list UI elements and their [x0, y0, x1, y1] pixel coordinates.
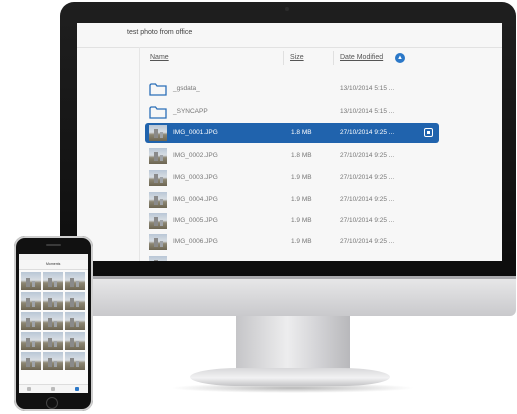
folder-icon: [149, 104, 167, 120]
file-date: 27/10/2014 9:25 ...: [340, 152, 395, 159]
file-row-selected[interactable]: IMG_0001.JPG 1.8 MB 27/10/2014 9:25 ...: [145, 123, 439, 143]
photo-thumbnail-icon: [149, 213, 167, 229]
photo-thumbnail-icon: [149, 125, 167, 141]
photo-thumbnail-icon[interactable]: [43, 292, 63, 310]
file-row-folder[interactable]: _gsdata_ 13/10/2014 5:15 ...: [145, 79, 439, 99]
file-name: IMG_0004.JPG: [173, 196, 218, 203]
iphone-speaker: [46, 244, 61, 246]
file-name: IMG_0003.JPG: [173, 174, 218, 181]
file-name: IMG_0001.JPG: [173, 129, 218, 136]
file-row[interactable]: IMG_0004.JPG 1.9 MB 27/10/2014 9:25 ...: [145, 190, 439, 210]
file-name: IMG_0002.JPG: [173, 152, 218, 159]
sidebar-divider: [139, 47, 140, 261]
column-header-date-modified[interactable]: Date Modified: [340, 54, 383, 61]
iphone: Moments: [14, 236, 93, 411]
photo-thumbnail-icon: [149, 256, 167, 261]
photo-thumbnail-icon: [149, 234, 167, 250]
file-date: 27/10/2014 9:25 ...: [340, 238, 395, 245]
file-name: IMG_0006.JPG: [173, 238, 218, 245]
file-size: 1.9 MB: [291, 238, 312, 245]
photo-thumbnail-icon[interactable]: [21, 272, 41, 290]
photo-thumbnail-icon[interactable]: [43, 332, 63, 350]
window-title: test photo from office: [127, 29, 193, 36]
imac-screen: test photo from office Name Size Date Mo…: [77, 23, 502, 261]
file-date: 27/10/2014 9:25 ...: [340, 217, 395, 224]
file-date: 27/10/2014 9:25 ...: [340, 196, 395, 203]
file-size: 1.8 MB: [291, 129, 312, 136]
photo-thumbnail-icon[interactable]: [65, 352, 85, 370]
file-date: 27/10/2014 9:25 ...: [340, 174, 395, 181]
file-date: 13/10/2014 5:15 ...: [340, 85, 395, 92]
file-row-partial[interactable]: [145, 254, 439, 261]
photo-thumbnail-icon[interactable]: [65, 332, 85, 350]
file-row[interactable]: IMG_0003.JPG 1.9 MB 27/10/2014 9:25 ...: [145, 168, 439, 188]
imac-camera: [285, 7, 289, 11]
photo-thumbnail-icon[interactable]: [65, 312, 85, 330]
photo-thumbnail-icon[interactable]: [21, 352, 41, 370]
imac-chin-edge: [60, 276, 516, 279]
file-size: 1.8 MB: [291, 152, 312, 159]
photo-thumbnail-icon: [149, 148, 167, 164]
column-header-name[interactable]: Name: [150, 54, 169, 61]
home-button[interactable]: [46, 397, 58, 409]
imac-chin: [60, 276, 516, 316]
folder-icon: [149, 81, 167, 97]
title-divider: [77, 47, 502, 48]
photo-thumbnail-icon[interactable]: [21, 292, 41, 310]
file-size: 1.9 MB: [291, 174, 312, 181]
sort-ascending-icon[interactable]: ▲: [395, 53, 405, 63]
file-name: _SYNCAPP: [173, 108, 208, 115]
column-divider[interactable]: [283, 51, 284, 65]
file-date: 13/10/2014 5:15 ...: [340, 108, 395, 115]
row-menu-icon[interactable]: [424, 128, 433, 137]
file-row[interactable]: IMG_0002.JPG 1.8 MB 27/10/2014 9:25 ...: [145, 146, 439, 166]
iphone-screen: Moments: [19, 254, 88, 393]
file-name: _gsdata_: [173, 85, 200, 92]
photo-thumbnail-icon[interactable]: [21, 312, 41, 330]
file-row-folder[interactable]: _SYNCAPP 13/10/2014 5:15 ...: [145, 102, 439, 122]
imac-stand: [236, 316, 350, 372]
photo-thumbnail-icon[interactable]: [65, 272, 85, 290]
column-header-size[interactable]: Size: [290, 54, 304, 61]
file-row[interactable]: IMG_0006.JPG 1.9 MB 27/10/2014 9:25 ...: [145, 232, 439, 252]
file-name: IMG_0005.JPG: [173, 217, 218, 224]
phone-nav-title: Moments: [46, 262, 61, 266]
phone-tab-bar: [19, 384, 88, 393]
file-date: 27/10/2014 9:25 ...: [340, 129, 395, 136]
file-row[interactable]: IMG_0005.JPG 1.9 MB 27/10/2014 9:25 ...: [145, 211, 439, 231]
file-size: 1.9 MB: [291, 196, 312, 203]
tab-albums-icon[interactable]: [75, 387, 79, 391]
photo-thumbnail-icon[interactable]: [43, 272, 63, 290]
photo-thumbnail-icon[interactable]: [43, 352, 63, 370]
column-divider[interactable]: [333, 51, 334, 65]
photo-thumbnail-icon[interactable]: [43, 312, 63, 330]
photo-thumbnail-icon[interactable]: [65, 292, 85, 310]
photo-thumbnail-icon: [149, 192, 167, 208]
imac-base: [190, 368, 390, 386]
file-size: 1.9 MB: [291, 217, 312, 224]
tab-photos-icon[interactable]: [27, 387, 31, 391]
tab-shared-icon[interactable]: [51, 387, 55, 391]
photo-thumbnail-icon: [149, 170, 167, 186]
photo-thumbnail-icon[interactable]: [21, 332, 41, 350]
